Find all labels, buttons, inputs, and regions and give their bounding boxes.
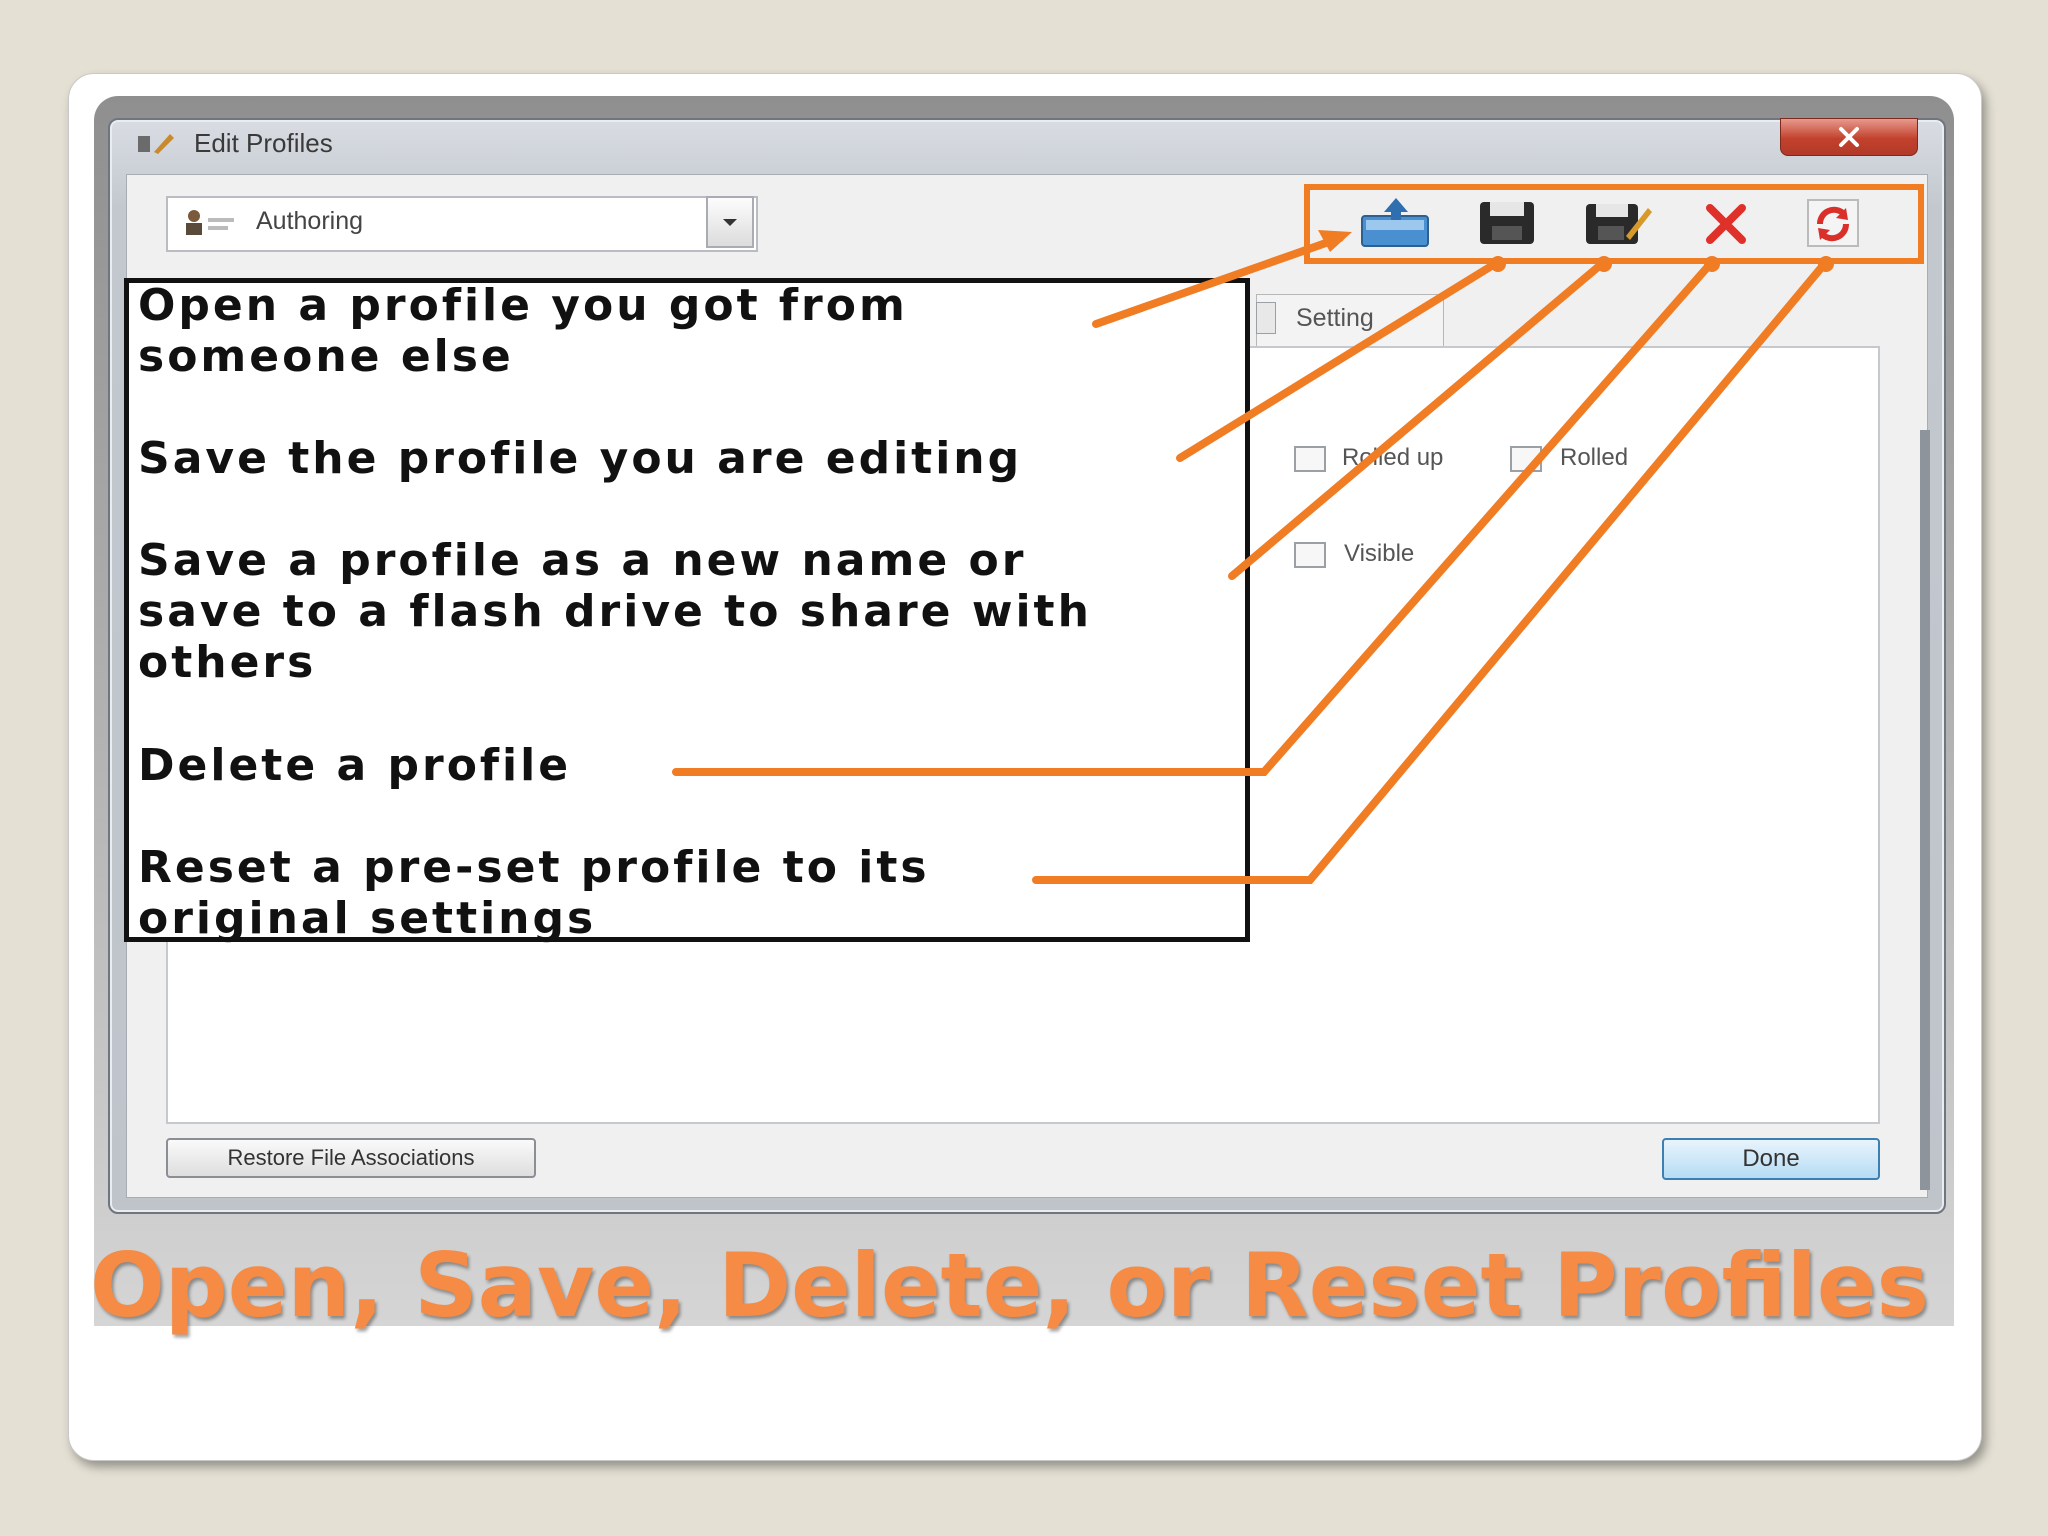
toolbar-highlight [1304,184,1924,264]
rolled-up-checkbox[interactable] [1294,446,1326,472]
callout-open-profile: Open a profile you got from someone else [138,280,908,382]
chevron-down-icon [723,219,737,226]
profile-dropdown-button[interactable] [706,196,754,248]
slide-title: Open, Save, Delete, or Reset Profiles [90,1234,1929,1337]
callout-delete-profile: Delete a profile [138,740,572,791]
restore-file-associations-button[interactable]: Restore File Associations [166,1138,536,1178]
window-title: Edit Profiles [194,128,333,158]
visible-label: Visible [1344,540,1415,567]
tab-settings-label: Setting [1296,304,1374,332]
callout-save-profile: Save the profile you are editing [138,433,1023,484]
done-button[interactable]: Done [1662,1138,1880,1180]
profile-dropdown-value: Authoring [256,207,364,235]
window-close-button[interactable] [1780,118,1918,156]
rolled-up-label: Rolled up [1342,444,1444,471]
rolled-in-checkbox[interactable] [1510,446,1542,472]
app-icon [138,134,174,154]
callout-reset-profile: Reset a pre-set profile to its original … [138,842,930,944]
callout-save-as-profile: Save a profile as a new name or save to … [138,535,1092,688]
settings-tab-icon [1256,302,1276,334]
visible-checkbox[interactable] [1294,542,1326,568]
rolled-in-label: Rolled [1560,444,1629,471]
profile-icon [186,210,234,235]
profile-dropdown[interactable] [166,196,758,252]
close-icon [1839,127,1859,147]
window-scrollbar[interactable] [1920,430,1930,1190]
